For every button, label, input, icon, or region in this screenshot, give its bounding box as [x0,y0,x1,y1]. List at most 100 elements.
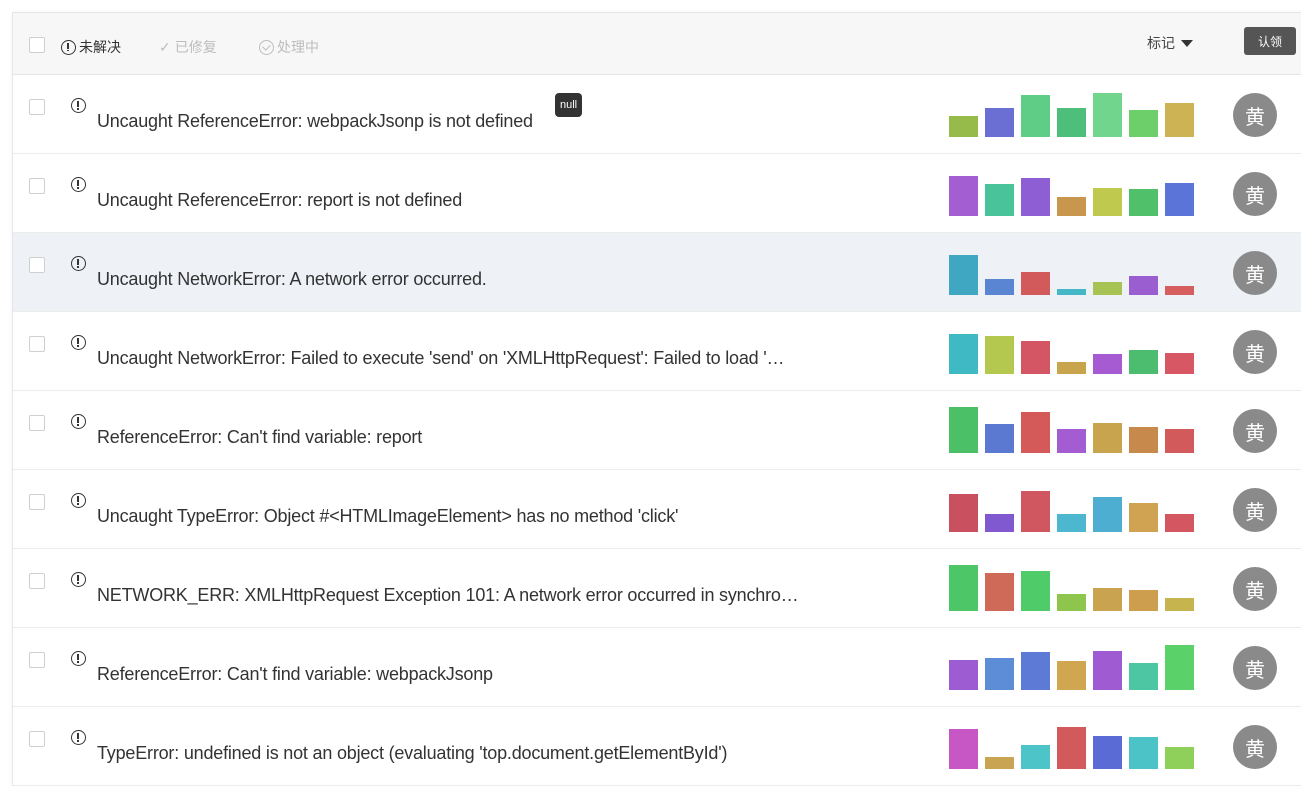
info-circle-icon [71,177,86,192]
issue-title[interactable]: Uncaught ReferenceError: webpackJsonp is… [97,111,533,132]
issue-trend-sparkline [949,645,1194,690]
info-circle-icon [61,39,76,55]
trend-bar [949,176,978,216]
info-circle-icon [71,651,86,666]
issue-trend-sparkline [949,407,1194,453]
trend-bar [1057,661,1086,690]
trend-bar [1057,289,1086,295]
issue-row-checkbox[interactable] [29,652,45,668]
trend-bar [1165,183,1194,216]
issue-title[interactable]: Uncaught NetworkError: Failed to execute… [97,348,785,369]
assignee-avatar[interactable]: 黄 [1233,172,1277,216]
trend-bar [1057,108,1086,137]
trend-bar [1165,103,1194,137]
trend-bar [1093,588,1122,611]
issue-row-checkbox[interactable] [29,573,45,589]
assignee-avatar[interactable]: 黄 [1233,409,1277,453]
trend-bar [1057,727,1086,769]
filter-fixed-label: 已修复 [174,39,217,55]
caret-down-icon [1181,39,1193,47]
trend-bar [949,565,978,611]
trend-bar [985,514,1014,532]
trend-bar [949,494,978,532]
issue-row-checkbox[interactable] [29,336,45,352]
trend-bar [985,336,1014,374]
info-circle-icon [71,414,86,429]
info-circle-icon [71,335,86,350]
assignee-avatar[interactable]: 黄 [1233,93,1277,137]
issue-row[interactable]: ReferenceError: Can't find variable: rep… [13,391,1301,470]
issue-row[interactable]: Uncaught ReferenceError: report is not d… [13,154,1301,233]
info-circle-icon [71,572,86,587]
issue-trend-sparkline [949,491,1194,532]
filter-unresolved-label: 未解决 [79,39,121,55]
issue-row-checkbox[interactable] [29,415,45,431]
issue-title[interactable]: ReferenceError: Can't find variable: web… [97,664,493,685]
filter-unresolved[interactable]: 未解决 [61,37,121,57]
issue-trend-sparkline [949,565,1194,611]
trend-bar [1129,350,1158,374]
trend-bar [1093,188,1122,216]
claim-button[interactable]: 认领 [1244,27,1296,55]
issue-row[interactable]: TypeError: undefined is not an object (e… [13,707,1301,786]
trend-bar [1093,282,1122,295]
trend-bar [1129,737,1158,769]
trend-bar [1021,178,1050,216]
assignee-avatar[interactable]: 黄 [1233,488,1277,532]
trend-bar [949,407,978,453]
trend-bar [949,729,978,769]
trend-bar [985,757,1014,769]
issue-title[interactable]: Uncaught NetworkError: A network error o… [97,269,487,290]
issue-badge: null [555,93,583,117]
issue-title[interactable]: TypeError: undefined is not an object (e… [97,743,727,764]
issue-row-checkbox[interactable] [29,178,45,194]
trend-bar [1165,598,1194,611]
issue-row[interactable]: Uncaught TypeError: Object #<HTMLImageEl… [13,470,1301,549]
trend-bar [985,184,1014,216]
issue-list-toolbar: 未解决 ✓ 已修复 处理中 标记 认领 [13,13,1301,75]
issue-rows: Uncaught ReferenceError: webpackJsonp is… [13,75,1301,786]
trend-bar [1021,491,1050,532]
trend-bar [1129,110,1158,137]
trend-bar [985,424,1014,453]
issue-row-checkbox[interactable] [29,494,45,510]
trend-bar [1165,645,1194,690]
trend-bar [949,334,978,374]
trend-bar [1165,353,1194,374]
issue-title[interactable]: ReferenceError: Can't find variable: rep… [97,427,422,448]
issue-row[interactable]: Uncaught ReferenceError: webpackJsonp is… [13,75,1301,154]
info-circle-icon [71,256,86,271]
trend-bar [1129,590,1158,611]
assignee-avatar[interactable]: 黄 [1233,725,1277,769]
issue-title[interactable]: NETWORK_ERR: XMLHttpRequest Exception 10… [97,585,799,606]
issue-row-checkbox[interactable] [29,731,45,747]
assignee-avatar[interactable]: 黄 [1233,567,1277,611]
issue-row[interactable]: ReferenceError: Can't find variable: web… [13,628,1301,707]
trend-bar [1165,286,1194,295]
trend-bar [1021,571,1050,611]
issue-row-checkbox[interactable] [29,257,45,273]
trend-bar [1129,276,1158,295]
filter-fixed[interactable]: ✓ 已修复 [159,37,217,57]
issue-row[interactable]: Uncaught NetworkError: Failed to execute… [13,312,1301,391]
assignee-avatar[interactable]: 黄 [1233,646,1277,690]
issue-row-checkbox[interactable] [29,99,45,115]
trend-bar [1165,747,1194,769]
issue-row[interactable]: NETWORK_ERR: XMLHttpRequest Exception 10… [13,549,1301,628]
progress-circle-icon [259,39,274,55]
trend-bar [949,116,978,137]
issue-title[interactable]: Uncaught TypeError: Object #<HTMLImageEl… [97,506,678,527]
assignee-avatar[interactable]: 黄 [1233,330,1277,374]
filter-in-progress[interactable]: 处理中 [259,37,319,57]
select-all-checkbox[interactable] [29,37,45,53]
assignee-avatar[interactable]: 黄 [1233,251,1277,295]
issue-trend-sparkline [949,727,1194,769]
trend-bar [985,658,1014,690]
issue-row[interactable]: Uncaught NetworkError: A network error o… [13,233,1301,312]
trend-bar [1021,272,1050,295]
trend-bar [949,660,978,690]
mark-dropdown[interactable]: 标记 [1147,33,1193,53]
issue-title[interactable]: Uncaught ReferenceError: report is not d… [97,190,462,211]
issue-trend-sparkline [949,255,1194,295]
trend-bar [985,573,1014,611]
